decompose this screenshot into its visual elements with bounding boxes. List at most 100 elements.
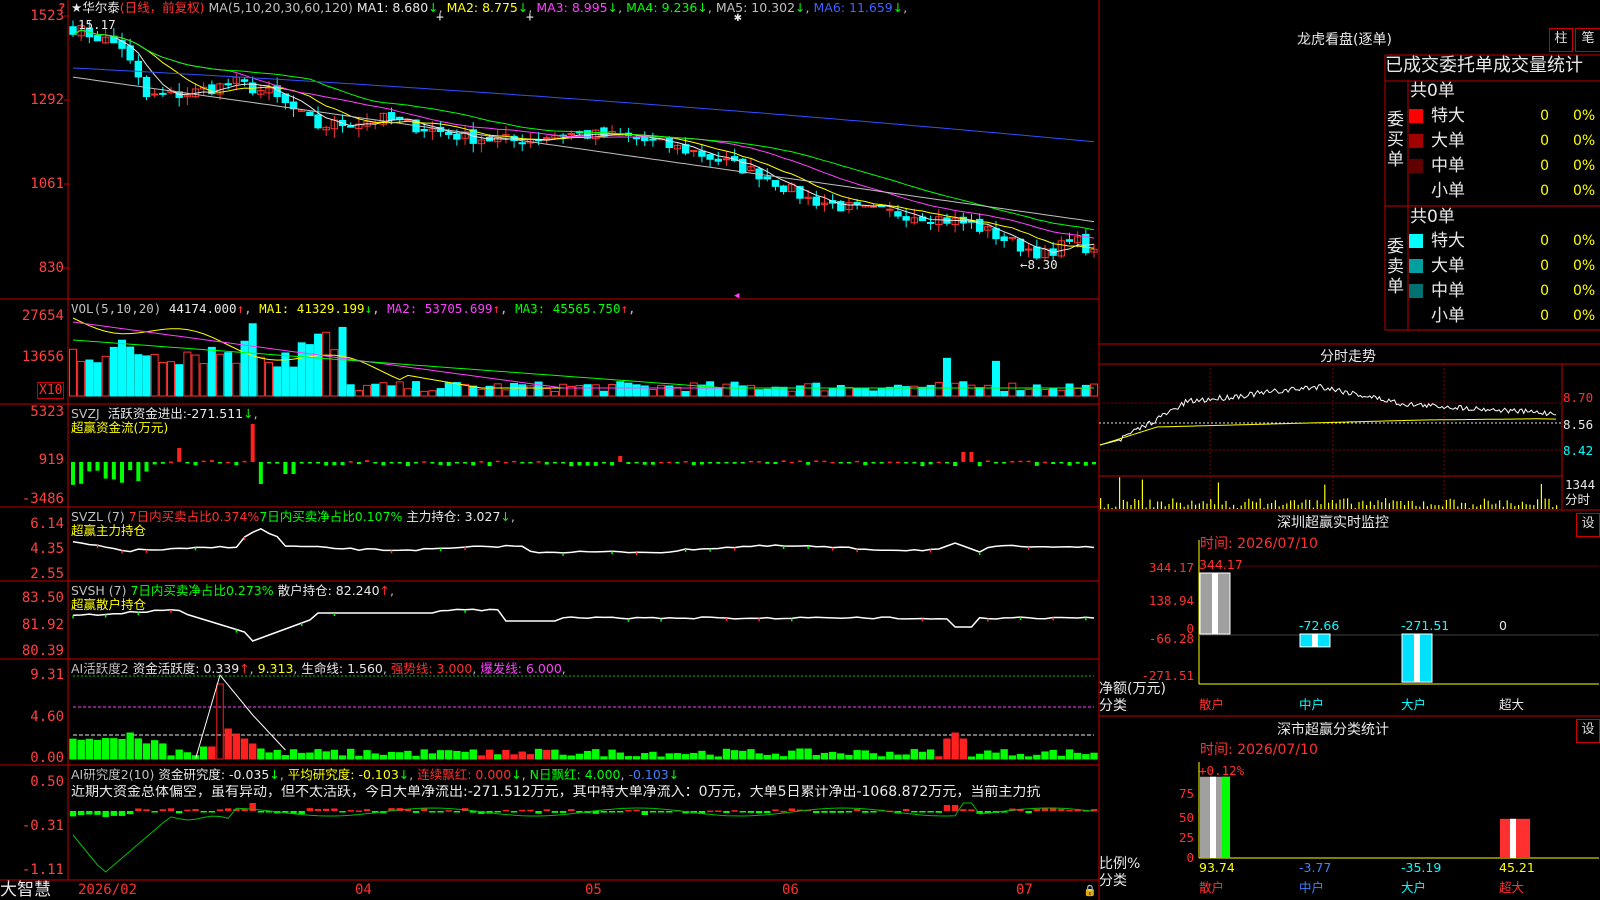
volume-bar — [959, 381, 968, 397]
fenshi-vol-bar — [1100, 498, 1102, 509]
ai1-bar — [1033, 754, 1041, 760]
ai2-bar — [706, 810, 714, 813]
ai1-bar — [1082, 754, 1090, 760]
fenshi-vol-bar — [1206, 503, 1208, 509]
ai2-bar — [600, 811, 608, 813]
candle — [698, 150, 706, 157]
svzj-bar — [226, 461, 231, 464]
period-label[interactable]: (日线，前复权) — [120, 0, 205, 15]
fenshi-vol-bar — [1487, 500, 1489, 509]
volume-bar — [665, 385, 674, 397]
ai1-bar — [943, 738, 951, 760]
price-low-label: ←8.30 — [1020, 257, 1058, 272]
chart-canvas[interactable]: + + ✱◀ — [0, 0, 1600, 900]
ai2-v2: -0.103 — [358, 767, 399, 782]
fenshi-vol-bar — [1198, 503, 1200, 509]
svzj-axis-label: -3486 — [21, 491, 64, 507]
sz-stat-settings-button[interactable]: 设 — [1576, 719, 1600, 743]
tick-mode-button[interactable]: 笔 — [1575, 28, 1600, 52]
monitor-axis-label: 138.94 — [1148, 593, 1194, 608]
candle — [347, 125, 355, 128]
svzj-bar — [1067, 462, 1072, 466]
fenshi-vol-bar — [1312, 507, 1314, 509]
ai1-bar — [453, 750, 461, 760]
color-swatch — [1409, 234, 1423, 248]
buy-row-中单: 中单 0 0% — [1407, 154, 1600, 178]
vol-ma-arrow: ↓ — [364, 301, 373, 316]
ai1-bar — [289, 749, 298, 760]
favorite-star-icon[interactable]: ★ — [71, 0, 82, 15]
volume-bar — [109, 346, 118, 397]
ai2-bar — [715, 810, 722, 812]
stat-bar-highlight — [1210, 776, 1216, 858]
ai1-bar — [788, 750, 796, 760]
stat-axis-label: 0 — [1186, 850, 1194, 865]
volume-bar — [624, 382, 633, 397]
volume-bar — [926, 384, 935, 397]
ai2-bar — [102, 811, 109, 817]
ai2-bar — [935, 811, 943, 813]
svzj-bar — [985, 460, 990, 462]
ai2-bar — [919, 811, 926, 813]
sz-stat-ylabel: 比例% — [1099, 856, 1141, 872]
ai1-bar — [420, 749, 428, 760]
svzj-bar — [855, 460, 860, 463]
fenshi-vol-bar — [1111, 507, 1113, 509]
volume-bar — [689, 382, 698, 397]
ai1-bar — [183, 752, 192, 760]
ma2-line — [72, 29, 1095, 249]
sz-monitor-settings-button[interactable]: 设 — [1576, 513, 1600, 537]
ai1-bar — [224, 728, 232, 760]
ai1-bar — [485, 749, 494, 760]
fenshi-vol-bar — [1236, 507, 1238, 509]
ai1-bar — [69, 738, 77, 760]
volume-bar — [412, 381, 421, 397]
stat-bar-segment — [1222, 776, 1230, 858]
ai1-bar — [248, 743, 257, 760]
candle — [690, 150, 698, 153]
bar-mode-button[interactable]: 柱 — [1549, 28, 1573, 52]
fenshi-vol-bar — [1122, 499, 1124, 509]
svsh-line — [72, 608, 1095, 642]
fenshi-vol-bar — [1305, 499, 1307, 509]
fenshi-vol-bar — [1172, 498, 1174, 509]
fenshi-vol-bar — [1157, 501, 1159, 509]
fenshi-vol-bar — [1552, 507, 1554, 509]
ai2-bar — [772, 809, 779, 811]
fenshi-vol-bar — [1252, 501, 1254, 509]
fenshi-vol-bar — [1556, 505, 1558, 509]
candle — [518, 142, 526, 145]
stat-category-label: 中户 — [1299, 880, 1325, 895]
sell-row-大单: 大单 0 0% — [1407, 254, 1600, 278]
ma-arrow: ↓ — [428, 0, 439, 15]
ai2-bar — [519, 809, 526, 812]
ai2-bar — [494, 811, 501, 813]
ai1-bar — [142, 743, 151, 760]
volume-bar — [273, 366, 282, 397]
vol-value: 44174.000 — [168, 301, 237, 316]
fenshi-vol-bar — [1301, 502, 1303, 509]
fenshi-vol-bar — [1373, 504, 1375, 509]
lock-icon[interactable]: 🔒 — [1083, 883, 1097, 898]
fenshi-vol-bar — [1274, 500, 1276, 509]
candle — [314, 114, 322, 129]
ai1-bar — [85, 738, 94, 760]
fenshi-vol-bar — [1548, 498, 1550, 509]
volume-bar — [240, 340, 249, 397]
fenshi-vol-bar — [1331, 499, 1333, 509]
ma-value: 8.775 — [478, 0, 518, 15]
candle — [902, 216, 910, 221]
candle — [387, 112, 396, 121]
ai1-bar — [208, 746, 216, 760]
vol-ma-label: MA1: — [259, 301, 290, 316]
fenshi-vol-bar — [1495, 503, 1497, 509]
ai2-bar — [314, 808, 322, 811]
volume-bar — [975, 387, 984, 397]
svzj-bar — [1059, 462, 1064, 464]
question-icon[interactable]: ? — [58, 0, 66, 15]
fenshi-axis-label: 8.42 — [1563, 443, 1594, 458]
ai1-a1: ↑ — [239, 661, 250, 676]
ai1-bar — [363, 750, 371, 760]
vol-unit-badge[interactable]: X10 — [37, 382, 65, 399]
ai1-bar — [461, 751, 469, 760]
